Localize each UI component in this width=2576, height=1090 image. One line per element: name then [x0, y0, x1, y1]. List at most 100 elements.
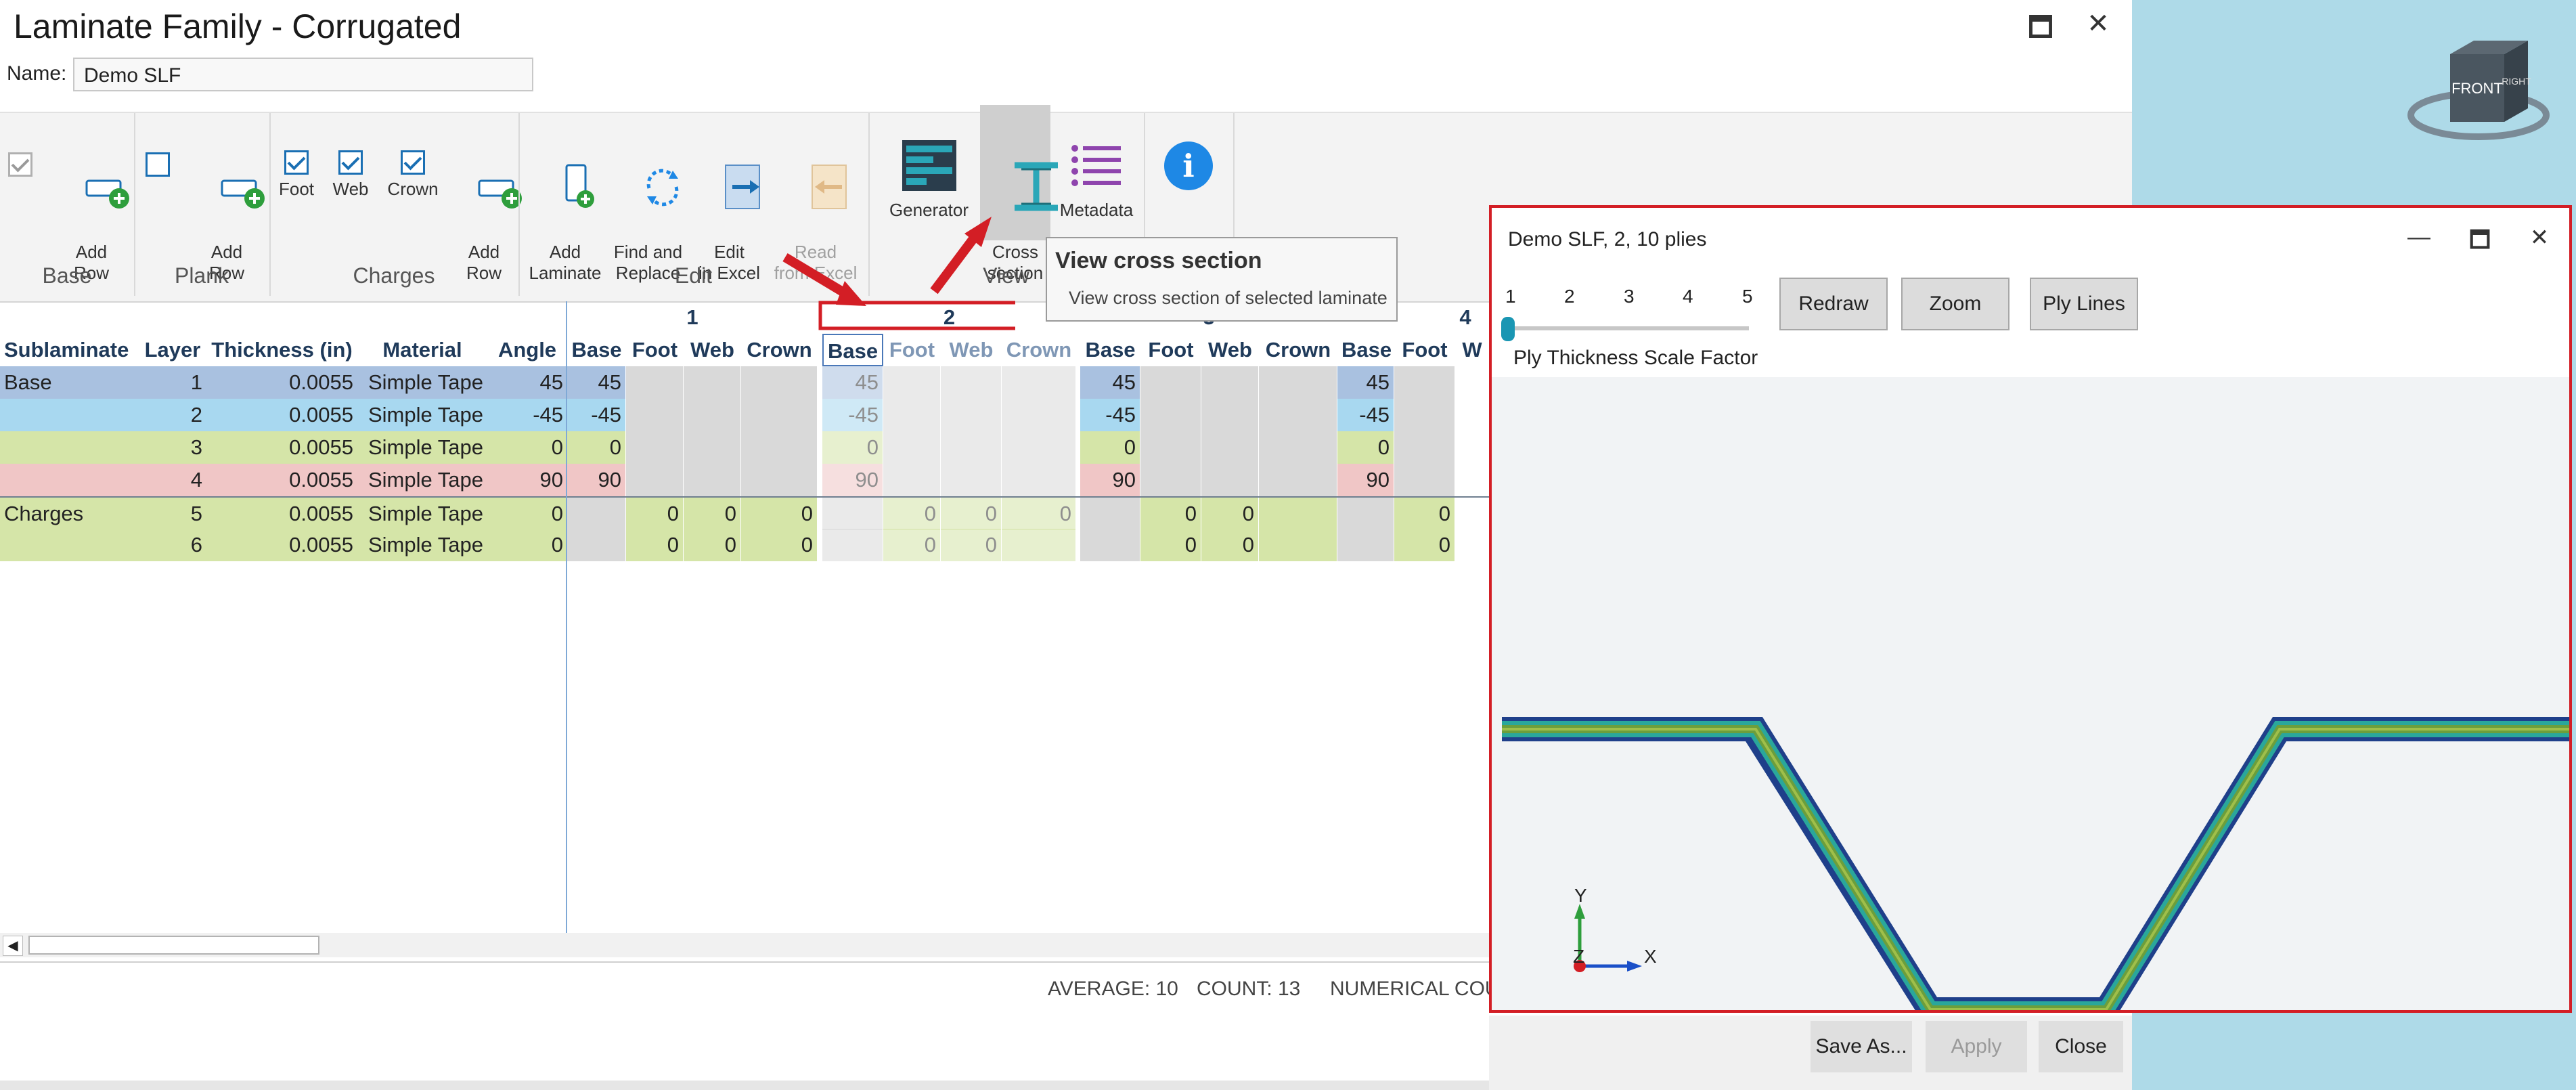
table-cell[interactable]: 0.0055 [206, 529, 357, 561]
table-cell[interactable]: 0 [487, 431, 567, 464]
base-checkbox[interactable] [8, 152, 32, 177]
plank-add-row-button[interactable]: Add Row [190, 150, 265, 326]
table-cell[interactable] [567, 529, 626, 561]
table-row[interactable]: 3 0.0055 Simple Tape 0 0 0 0 0 [0, 431, 1489, 464]
table-cell[interactable] [883, 431, 941, 464]
charges-web-checkbox[interactable]: Web [330, 150, 371, 200]
table-cell[interactable] [0, 464, 139, 496]
table-cell[interactable] [0, 399, 139, 431]
column-header[interactable]: Material [357, 334, 487, 366]
table-cell[interactable]: 6 [139, 529, 206, 561]
table-cell[interactable]: 0 [1201, 529, 1259, 561]
table-cell[interactable]: 0 [1394, 498, 1455, 530]
table-cell[interactable] [1259, 431, 1337, 464]
table-cell[interactable]: 0 [567, 431, 626, 464]
table-cell[interactable] [1259, 529, 1337, 561]
table-cell[interactable]: 45 [1337, 366, 1394, 399]
table-cell[interactable]: 0 [1140, 498, 1201, 530]
table-cell[interactable] [883, 464, 941, 496]
table-cell[interactable] [883, 366, 941, 399]
table-cell[interactable] [1140, 464, 1201, 496]
table-cell[interactable] [684, 431, 741, 464]
table-cell[interactable] [1201, 431, 1259, 464]
table-cell[interactable] [0, 431, 139, 464]
table-cell[interactable]: Simple Tape [357, 464, 487, 496]
table-cell[interactable] [1002, 366, 1076, 399]
table-cell[interactable]: 0 [822, 431, 883, 464]
table-cell[interactable]: 0 [1394, 529, 1455, 561]
table-row[interactable]: 2 0.0055 Simple Tape -45 -45 -45 -45 -45 [0, 399, 1489, 431]
scroll-left-icon[interactable]: ◀ [3, 936, 23, 956]
table-cell[interactable]: 0 [626, 529, 684, 561]
column-header[interactable]: Web [941, 334, 1002, 366]
table-cell[interactable]: 0 [741, 529, 818, 561]
table-cell[interactable]: 0 [1140, 529, 1201, 561]
apply-button[interactable]: Apply [1926, 1021, 2027, 1072]
add-laminate-button[interactable]: Add Laminate [525, 140, 606, 326]
table-cell[interactable] [1002, 529, 1076, 561]
table-cell[interactable]: 45 [487, 366, 567, 399]
table-cell[interactable] [684, 464, 741, 496]
table-cell[interactable]: 0 [487, 498, 567, 530]
table-cell[interactable]: -45 [567, 399, 626, 431]
table-cell[interactable] [1259, 464, 1337, 496]
table-cell[interactable]: 0 [684, 498, 741, 530]
table-cell[interactable]: Simple Tape [357, 498, 487, 530]
table-cell[interactable] [1337, 498, 1394, 530]
minimize-button[interactable]: — [2399, 224, 2439, 250]
table-cell[interactable] [883, 399, 941, 431]
table-cell[interactable] [1140, 399, 1201, 431]
table-cell[interactable]: -45 [1080, 399, 1140, 431]
column-header[interactable]: Base [1337, 334, 1394, 366]
table-cell[interactable] [941, 464, 1002, 496]
table-cell[interactable] [741, 431, 818, 464]
table-row[interactable]: 4 0.0055 Simple Tape 90 90 90 90 90 [0, 464, 1489, 496]
table-cell[interactable] [822, 529, 883, 561]
table-cell[interactable] [1201, 366, 1259, 399]
table-cell[interactable]: 0 [1002, 498, 1076, 530]
table-cell[interactable] [626, 431, 684, 464]
maximize-button[interactable]: 🗖 [2460, 224, 2500, 263]
maximize-button[interactable]: 🗖 [2020, 8, 2061, 54]
find-replace-button[interactable]: Find and Replace [606, 140, 690, 326]
column-header[interactable]: Web [1201, 334, 1259, 366]
table-cell[interactable] [684, 366, 741, 399]
table-cell[interactable]: 90 [822, 464, 883, 496]
table-cell[interactable]: -45 [487, 399, 567, 431]
charges-crown-checkbox[interactable]: Crown [382, 150, 443, 200]
table-cell[interactable]: 2 [139, 399, 206, 431]
table-cell[interactable]: 0.0055 [206, 498, 357, 530]
table-cell[interactable]: 0 [684, 529, 741, 561]
table-cell[interactable]: 0 [883, 498, 941, 530]
column-header[interactable]: Base [822, 334, 883, 366]
table-cell[interactable]: 45 [822, 366, 883, 399]
table-cell[interactable] [1394, 431, 1455, 464]
table-cell[interactable] [822, 498, 883, 530]
table-cell[interactable]: 45 [1080, 366, 1140, 399]
table-cell[interactable]: 0.0055 [206, 464, 357, 496]
table-cell[interactable]: 0 [1080, 431, 1140, 464]
table-cell[interactable]: Simple Tape [357, 399, 487, 431]
close-button[interactable]: ✕ [2078, 8, 2118, 39]
view-cube[interactable]: FRONT RIGHT [2403, 27, 2558, 142]
close-button[interactable]: ✕ [2519, 224, 2560, 251]
column-header[interactable]: Foot [1394, 334, 1455, 366]
table-cell[interactable]: Simple Tape [357, 431, 487, 464]
table-cell[interactable] [941, 399, 1002, 431]
table-cell[interactable] [1394, 399, 1455, 431]
table-cell[interactable]: 0 [741, 498, 818, 530]
edit-in-excel-button[interactable]: Edit in Excel [690, 140, 768, 326]
close-dialog-button[interactable]: Close [2039, 1021, 2123, 1072]
scroll-thumb[interactable] [28, 936, 319, 955]
table-cell[interactable] [941, 431, 1002, 464]
table-cell[interactable] [741, 399, 818, 431]
info-button[interactable]: i [1164, 141, 1213, 190]
ply-lines-button[interactable]: Ply Lines [2030, 278, 2138, 330]
column-header[interactable]: Crown [1002, 334, 1076, 366]
base-add-row-button[interactable]: Add Row [54, 150, 130, 326]
table-cell[interactable]: 3 [139, 431, 206, 464]
table-cell[interactable]: 0.0055 [206, 431, 357, 464]
table-cell[interactable]: 4 [139, 464, 206, 496]
table-cell[interactable]: 0 [487, 529, 567, 561]
zoom-button[interactable]: Zoom [1901, 278, 2009, 330]
